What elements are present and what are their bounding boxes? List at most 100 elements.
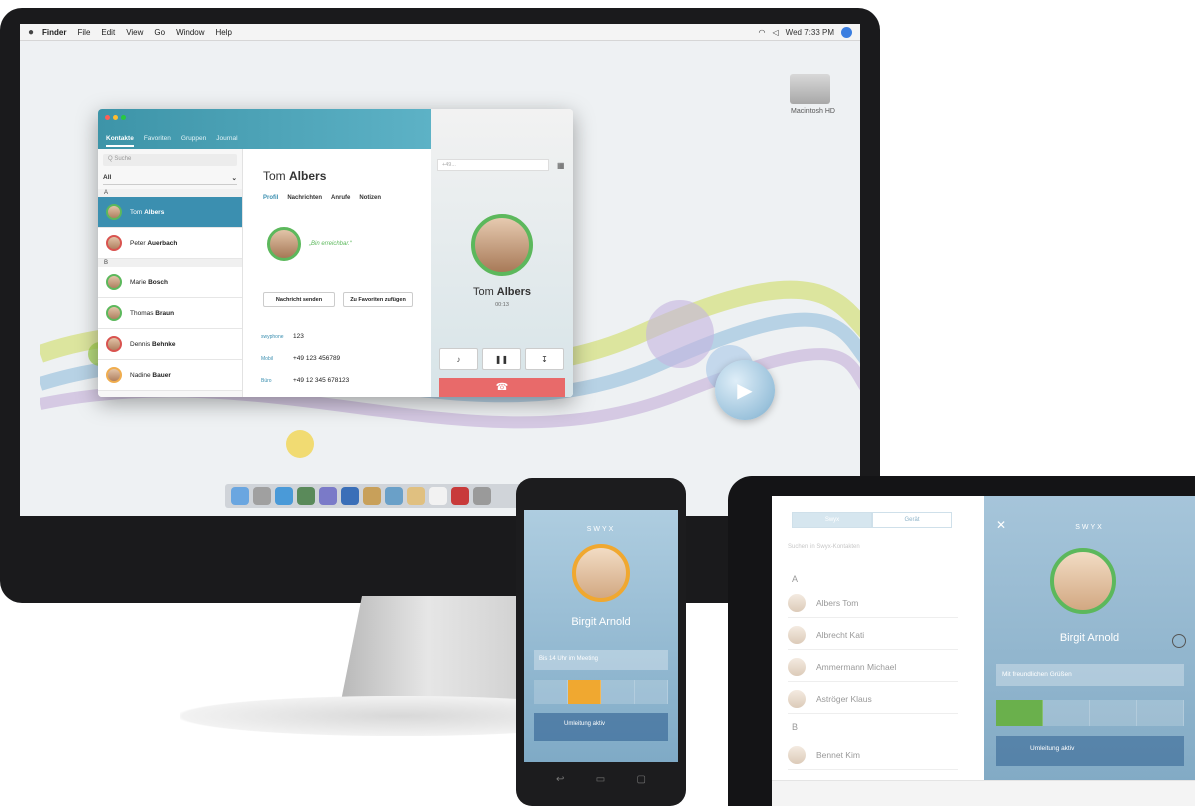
dock-app-icon[interactable] [363,487,381,505]
phone-logo: SWYX [586,526,616,533]
avatar [106,204,122,220]
phone-status-message[interactable]: Bis 14 Uhr im Meeting [534,650,668,670]
hard-drive-label: Macintosh HD [791,108,835,115]
tab-gruppen[interactable]: Gruppen [181,135,206,147]
menu-help[interactable]: Help [216,28,232,37]
call-last-name: Albers [496,286,532,298]
tab-kontakte[interactable]: Kontakte [106,135,134,147]
add-favorite-button[interactable]: Zu Favoriten zufügen [343,292,413,307]
contact-last-name: Albers [144,208,165,216]
menu-window[interactable]: Window [176,28,204,37]
volume-icon[interactable]: ◁ [773,28,779,37]
list-item[interactable]: Albers Tom [788,588,958,618]
mute-icon[interactable]: ♪ [439,348,478,370]
status-available[interactable] [534,680,568,704]
status-available[interactable] [996,700,1043,726]
detail-first-name: Tom [263,169,286,183]
contact-tom-albers[interactable]: Tom Albers [98,197,242,228]
list-item[interactable]: Bennet Kim [788,740,958,770]
status-busy[interactable] [601,680,635,704]
phone-avatar [572,544,630,602]
contact-thomas-braun[interactable]: Thomas Braun [98,298,242,329]
tab-nachrichten[interactable]: Nachrichten [287,195,322,201]
tab-notizen[interactable]: Notizen [359,195,381,201]
video-camera-icon[interactable]: ▶ [715,360,775,420]
apple-icon[interactable]: ● [28,27,34,38]
menu-file[interactable]: File [78,28,91,37]
back-icon[interactable]: ↩ [556,774,564,785]
minimize-icon[interactable] [113,115,118,120]
avatar [788,593,806,612]
dock-finder-icon[interactable] [231,487,249,505]
home-icon[interactable]: ▭ [596,774,605,785]
tablet-avatar [1050,548,1116,614]
clock[interactable]: Wed 7:33 PM [786,28,834,37]
segment-swyx[interactable]: Swyx [792,512,872,528]
app-tabs: Kontakte Favoriten Gruppen Journal [106,135,238,147]
wifi-icon[interactable]: ◠ [759,28,766,37]
contact-marie-bosch[interactable]: Marie Bosch [98,267,242,298]
status-offline[interactable] [1137,700,1184,726]
tab-journal[interactable]: Journal [216,135,237,147]
home-button[interactable] [1172,634,1186,648]
dock-app-icon[interactable] [319,487,337,505]
send-message-button[interactable]: Nachricht senden [263,292,335,307]
menu-edit[interactable]: Edit [101,28,115,37]
menu-finder[interactable]: Finder [42,28,66,37]
list-item[interactable]: Aströger Klaus [788,684,958,714]
contact-nadine-bauer[interactable]: Nadine Bauer [98,360,242,391]
zoom-icon[interactable] [121,115,126,120]
status-away[interactable] [1043,700,1090,726]
dock-app-icon[interactable] [407,487,425,505]
call-avatar [471,214,533,276]
filter-select[interactable]: All ⌄ [103,171,237,185]
call-name: Tom Albers [431,286,573,298]
close-icon[interactable] [105,115,110,120]
recent-icon[interactable]: ▢ [637,774,646,785]
tablet-contact-name: Birgit Arnold [1059,632,1120,644]
phone-row[interactable]: Mobil +49 123 456789 [261,355,340,362]
avatar [106,274,122,290]
transfer-icon[interactable]: ↧ [525,348,564,370]
contact-peter-auerbach[interactable]: Peter Auerbach [98,228,242,259]
detail-avatar [267,227,301,261]
phone-forward-row[interactable]: Umleitung aktiv [534,713,668,741]
status-offline[interactable] [634,680,668,704]
dialpad-icon[interactable]: ▦ [557,161,565,170]
dock-settings-icon[interactable] [473,487,491,505]
list-item[interactable]: Ammermann Michael [788,652,958,682]
contact-dennis-behnke[interactable]: Dennis Behnke [98,329,242,360]
tablet-forward-row[interactable]: Umleitung aktiv [996,736,1184,766]
dock-mail-icon[interactable] [297,487,315,505]
tablet-status-message[interactable]: Mit freundlichen Grüßen [996,664,1184,686]
status-busy[interactable] [1090,700,1137,726]
tablet-search-input[interactable]: Suchen in Swyx-Kontakten [788,544,860,550]
phone-row[interactable]: Büro +49 12 345 678123 [261,377,349,384]
phone-status-selector [534,680,668,704]
list-item-label: Aströger Klaus [816,693,872,704]
menu-go[interactable]: Go [154,28,165,37]
list-item-label: Albers Tom [816,597,859,608]
phone-row[interactable]: swyphone 123 [261,333,304,340]
dock-launchpad-icon[interactable] [253,487,271,505]
pause-icon[interactable]: ❚❚ [482,348,521,370]
dock-calendar-icon[interactable] [429,487,447,505]
tab-favoriten[interactable]: Favoriten [144,135,171,147]
tablet-tabbar [772,780,1195,806]
spotlight-icon[interactable] [841,26,852,38]
search-input[interactable]: Q Suche [103,154,237,166]
tab-anrufe[interactable]: Anrufe [331,195,350,201]
dock-app-icon[interactable] [341,487,359,505]
segment-geraet[interactable]: Gerät [872,512,952,528]
tab-profil[interactable]: Profil [263,195,278,201]
phone-contact-name: Birgit Arnold [571,616,631,628]
status-away[interactable] [567,680,601,704]
menu-view[interactable]: View [126,28,143,37]
dock-safari-icon[interactable] [275,487,293,505]
list-item[interactable]: Albrecht Kati [788,620,958,650]
hangup-button[interactable]: ☎ [439,378,565,397]
dock-app-icon[interactable] [385,487,403,505]
dial-input[interactable]: +49... [437,159,549,171]
dock-app-icon[interactable] [451,487,469,505]
hard-drive-icon[interactable] [790,74,830,104]
